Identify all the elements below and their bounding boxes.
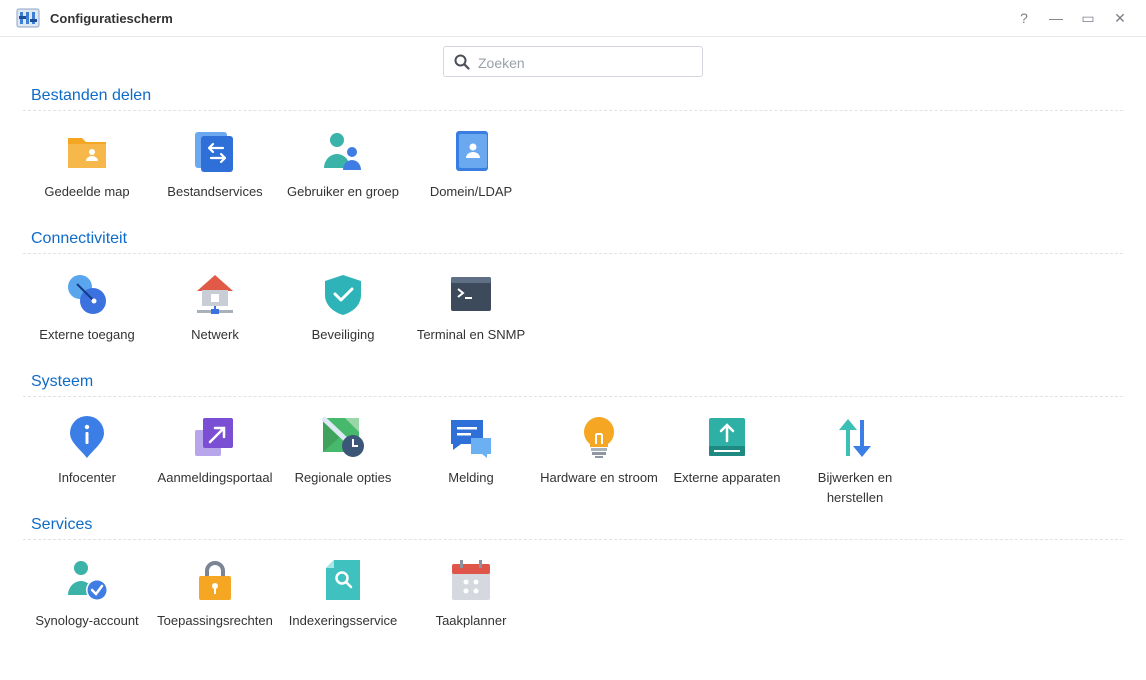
search-input[interactable] (476, 51, 700, 74)
item-task-scheduler[interactable]: Taakplanner (407, 559, 535, 631)
external-access-icon (68, 275, 106, 314)
network-icon (197, 275, 233, 314)
item-hardware-power[interactable]: Hardware en stroom (535, 416, 663, 488)
domain-ldap-icon (456, 131, 488, 171)
item-shared-folder[interactable]: Gedeelde map (23, 130, 151, 202)
search-icon (454, 54, 470, 70)
indexing-service-icon (326, 560, 360, 600)
section-divider (23, 253, 1123, 254)
section-title: Bestanden delen (31, 87, 152, 104)
item-synology-account[interactable]: Synology-account (23, 559, 151, 631)
task-scheduler-icon (452, 560, 490, 600)
item-info-center[interactable]: Infocenter (23, 416, 151, 488)
close-button[interactable]: ✕ (1110, 8, 1130, 28)
item-external-access[interactable]: Externe toegang (23, 273, 151, 345)
control-panel-app-icon (16, 8, 40, 28)
item-application-privileges[interactable]: Toepassingsrechten (151, 559, 279, 631)
file-services-icon (195, 132, 233, 172)
item-network[interactable]: Netwerk (151, 273, 279, 345)
notification-icon (451, 420, 491, 458)
item-terminal-snmp[interactable]: Terminal en SNMP (407, 273, 535, 345)
item-external-devices[interactable]: Externe apparaten (663, 416, 791, 488)
item-file-services[interactable]: Bestandservices (151, 130, 279, 202)
item-domain-ldap[interactable]: Domein/LDAP (407, 130, 535, 202)
item-notification[interactable]: Melding (407, 416, 535, 488)
section-divider (23, 539, 1123, 540)
user-group-icon (324, 133, 361, 170)
item-user-group[interactable]: Gebruiker en groep (279, 130, 407, 202)
regional-options-icon (321, 416, 364, 457)
security-shield-icon (325, 275, 361, 315)
section-title: Services (31, 516, 93, 533)
item-update-restore[interactable]: Bijwerken en herstellen (791, 416, 919, 508)
external-devices-icon (709, 418, 745, 456)
minimize-button[interactable]: — (1046, 8, 1066, 28)
maximize-button[interactable]: ▭ (1078, 8, 1098, 28)
item-indexing-service[interactable]: Indexeringsservice (279, 559, 407, 631)
section-title: Systeem (31, 373, 94, 390)
section-title: Connectiviteit (31, 230, 128, 247)
hardware-power-icon (584, 417, 614, 458)
item-login-portal[interactable]: Aanmeldingsportaal (151, 416, 279, 488)
item-security[interactable]: Beveiliging (279, 273, 407, 345)
login-portal-icon (195, 418, 233, 456)
application-privileges-icon (199, 561, 231, 600)
info-center-icon (70, 416, 104, 458)
synology-account-icon (68, 561, 108, 601)
title-bar: Configuratiescherm ? — ▭ ✕ (0, 0, 1146, 37)
update-restore-icon (839, 419, 871, 457)
shared-folder-icon (68, 138, 106, 168)
item-regional-options[interactable]: Regionale opties (279, 416, 407, 488)
section-divider (23, 396, 1123, 397)
window-title: Configuratiescherm (50, 11, 173, 26)
terminal-icon (451, 277, 491, 311)
help-button[interactable]: ? (1014, 8, 1034, 28)
section-divider (23, 110, 1123, 111)
search-box[interactable] (443, 46, 703, 77)
